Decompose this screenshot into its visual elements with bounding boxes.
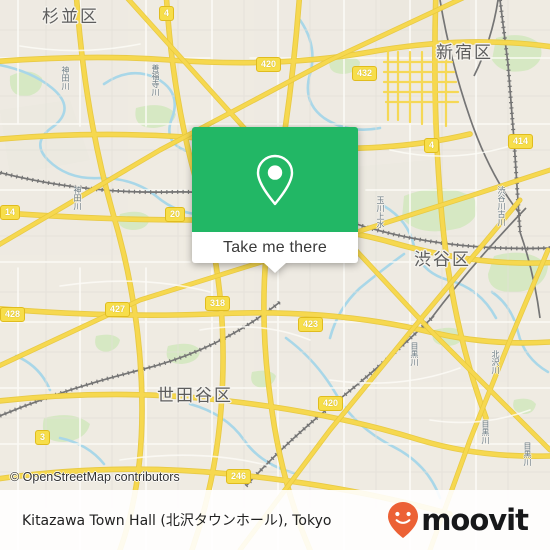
footer-bar: Kitazawa Town Hall (北沢タウンホール), Tokyo moo… bbox=[0, 490, 550, 550]
map-vector-layer: .rd-major{stroke:#f6d84f;fill:none;strok… bbox=[0, 0, 550, 550]
location-popup-card[interactable]: Take me there bbox=[192, 127, 358, 273]
moovit-logo[interactable]: moovit bbox=[386, 501, 529, 539]
route-shield: 318 bbox=[205, 296, 231, 311]
route-shield: 3 bbox=[35, 430, 51, 445]
popup-icon-area bbox=[192, 127, 358, 232]
take-me-there-label: Take me there bbox=[223, 238, 327, 256]
route-shield: 20 bbox=[165, 207, 186, 222]
route-shield: 420 bbox=[318, 396, 344, 411]
route-shield: 420 bbox=[256, 57, 282, 72]
map-pin-icon bbox=[256, 154, 294, 205]
route-shield: 14 bbox=[0, 205, 21, 220]
map-canvas[interactable]: .rd-major{stroke:#f6d84f;fill:none;strok… bbox=[0, 0, 550, 550]
route-shield: 4 bbox=[424, 138, 440, 153]
map-screen: .rd-major{stroke:#f6d84f;fill:none;strok… bbox=[0, 0, 550, 550]
route-shield: 432 bbox=[352, 66, 378, 81]
route-shield: 423 bbox=[298, 317, 324, 332]
route-shield: 4 bbox=[159, 6, 175, 21]
place-name-label: Kitazawa Town Hall (北沢タウンホール), Tokyo bbox=[22, 513, 332, 529]
osm-attribution[interactable]: © OpenStreetMap contributors bbox=[10, 470, 180, 484]
popup-cta-area[interactable]: Take me there bbox=[192, 232, 358, 273]
route-shield: 246 bbox=[226, 469, 252, 484]
moovit-wordmark: moovit bbox=[421, 502, 529, 537]
route-shield: 427 bbox=[105, 302, 131, 317]
popup-tail bbox=[264, 263, 286, 273]
moovit-pin-icon bbox=[388, 502, 419, 538]
route-shield: 428 bbox=[0, 307, 26, 322]
route-shield: 414 bbox=[508, 134, 534, 149]
